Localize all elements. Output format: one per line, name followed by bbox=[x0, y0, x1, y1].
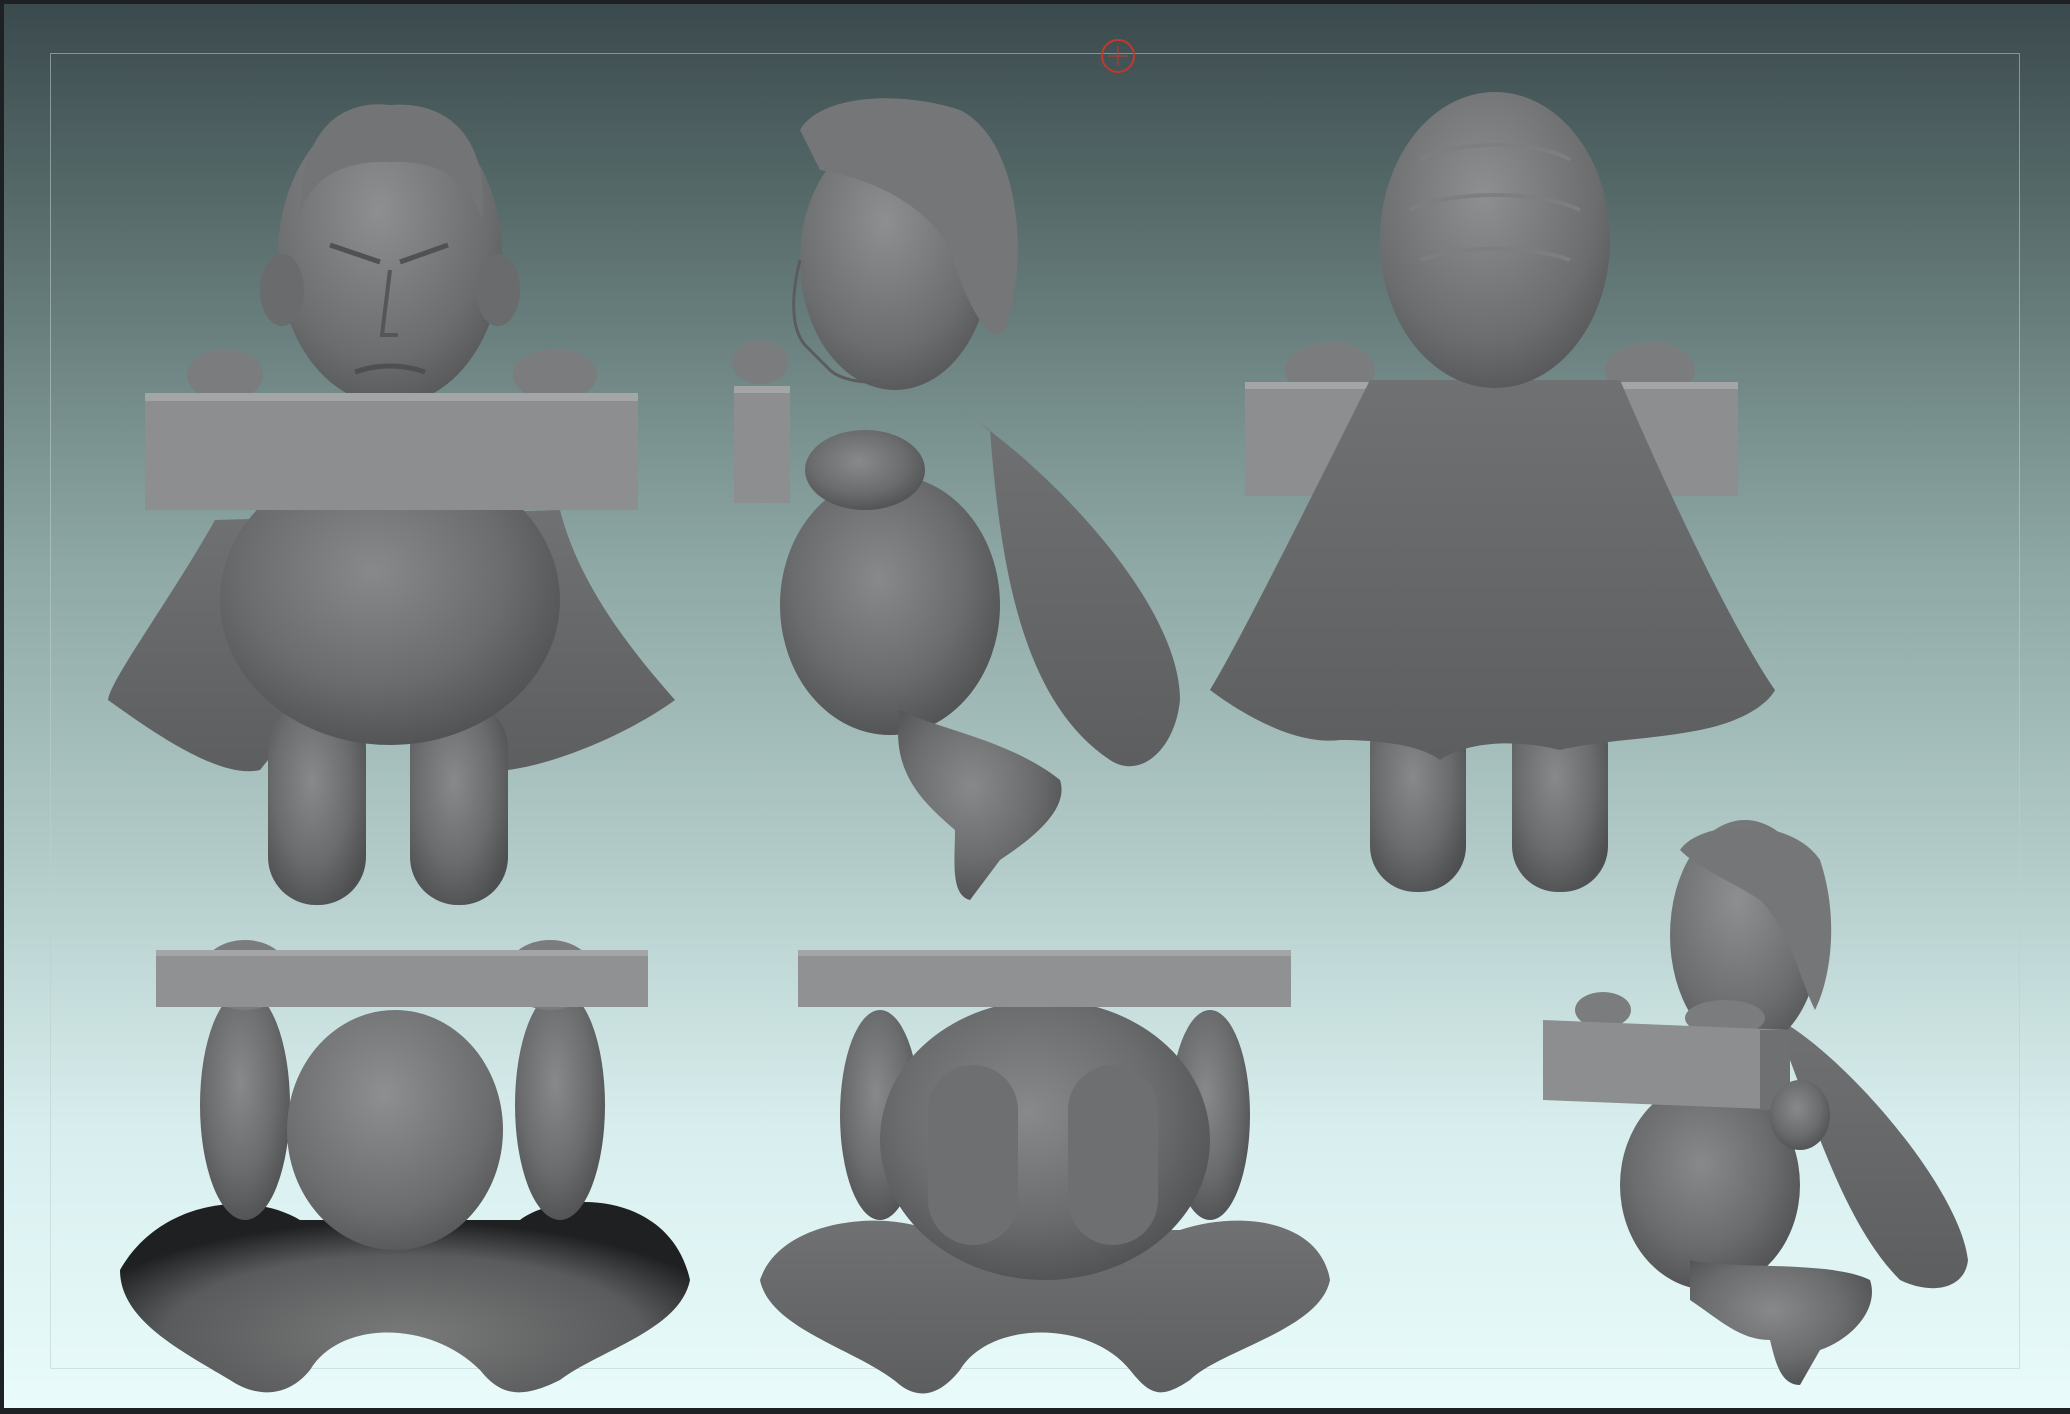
right-ear bbox=[476, 254, 520, 326]
bottom-bar bbox=[0, 1408, 2070, 1414]
brush-cursor-icon bbox=[1101, 39, 1135, 73]
viewport[interactable] bbox=[0, 0, 2070, 1414]
ledge-top bbox=[156, 950, 648, 956]
right-arm bbox=[515, 990, 605, 1220]
ledge bbox=[1543, 1020, 1790, 1110]
torso bbox=[780, 475, 1000, 735]
scene-render[interactable] bbox=[0, 0, 2070, 1414]
ledge bbox=[734, 386, 790, 503]
left-ear bbox=[260, 254, 304, 326]
front-view[interactable] bbox=[108, 104, 675, 905]
head bbox=[287, 1010, 503, 1250]
three-quarter-view[interactable] bbox=[1543, 820, 1968, 1385]
ledge-top bbox=[145, 393, 638, 401]
side-view[interactable] bbox=[732, 98, 1180, 900]
arm bbox=[1770, 1080, 1830, 1150]
ledge bbox=[145, 393, 638, 510]
left-arm bbox=[200, 990, 290, 1220]
ledge-top bbox=[734, 386, 790, 393]
hand bbox=[732, 340, 788, 384]
legs bbox=[1690, 1260, 1872, 1385]
head bbox=[1380, 92, 1610, 388]
right-foot bbox=[1068, 1065, 1158, 1245]
left-foot bbox=[928, 1065, 1018, 1245]
back-view[interactable] bbox=[1210, 92, 1775, 892]
bottom-view[interactable] bbox=[760, 950, 1330, 1394]
arm bbox=[805, 430, 925, 510]
ledge-top bbox=[798, 950, 1291, 956]
leg bbox=[898, 710, 1062, 900]
top-view[interactable] bbox=[120, 940, 690, 1393]
ledge bbox=[798, 950, 1291, 1007]
cape bbox=[1780, 1020, 1968, 1289]
ledge bbox=[156, 950, 648, 1007]
